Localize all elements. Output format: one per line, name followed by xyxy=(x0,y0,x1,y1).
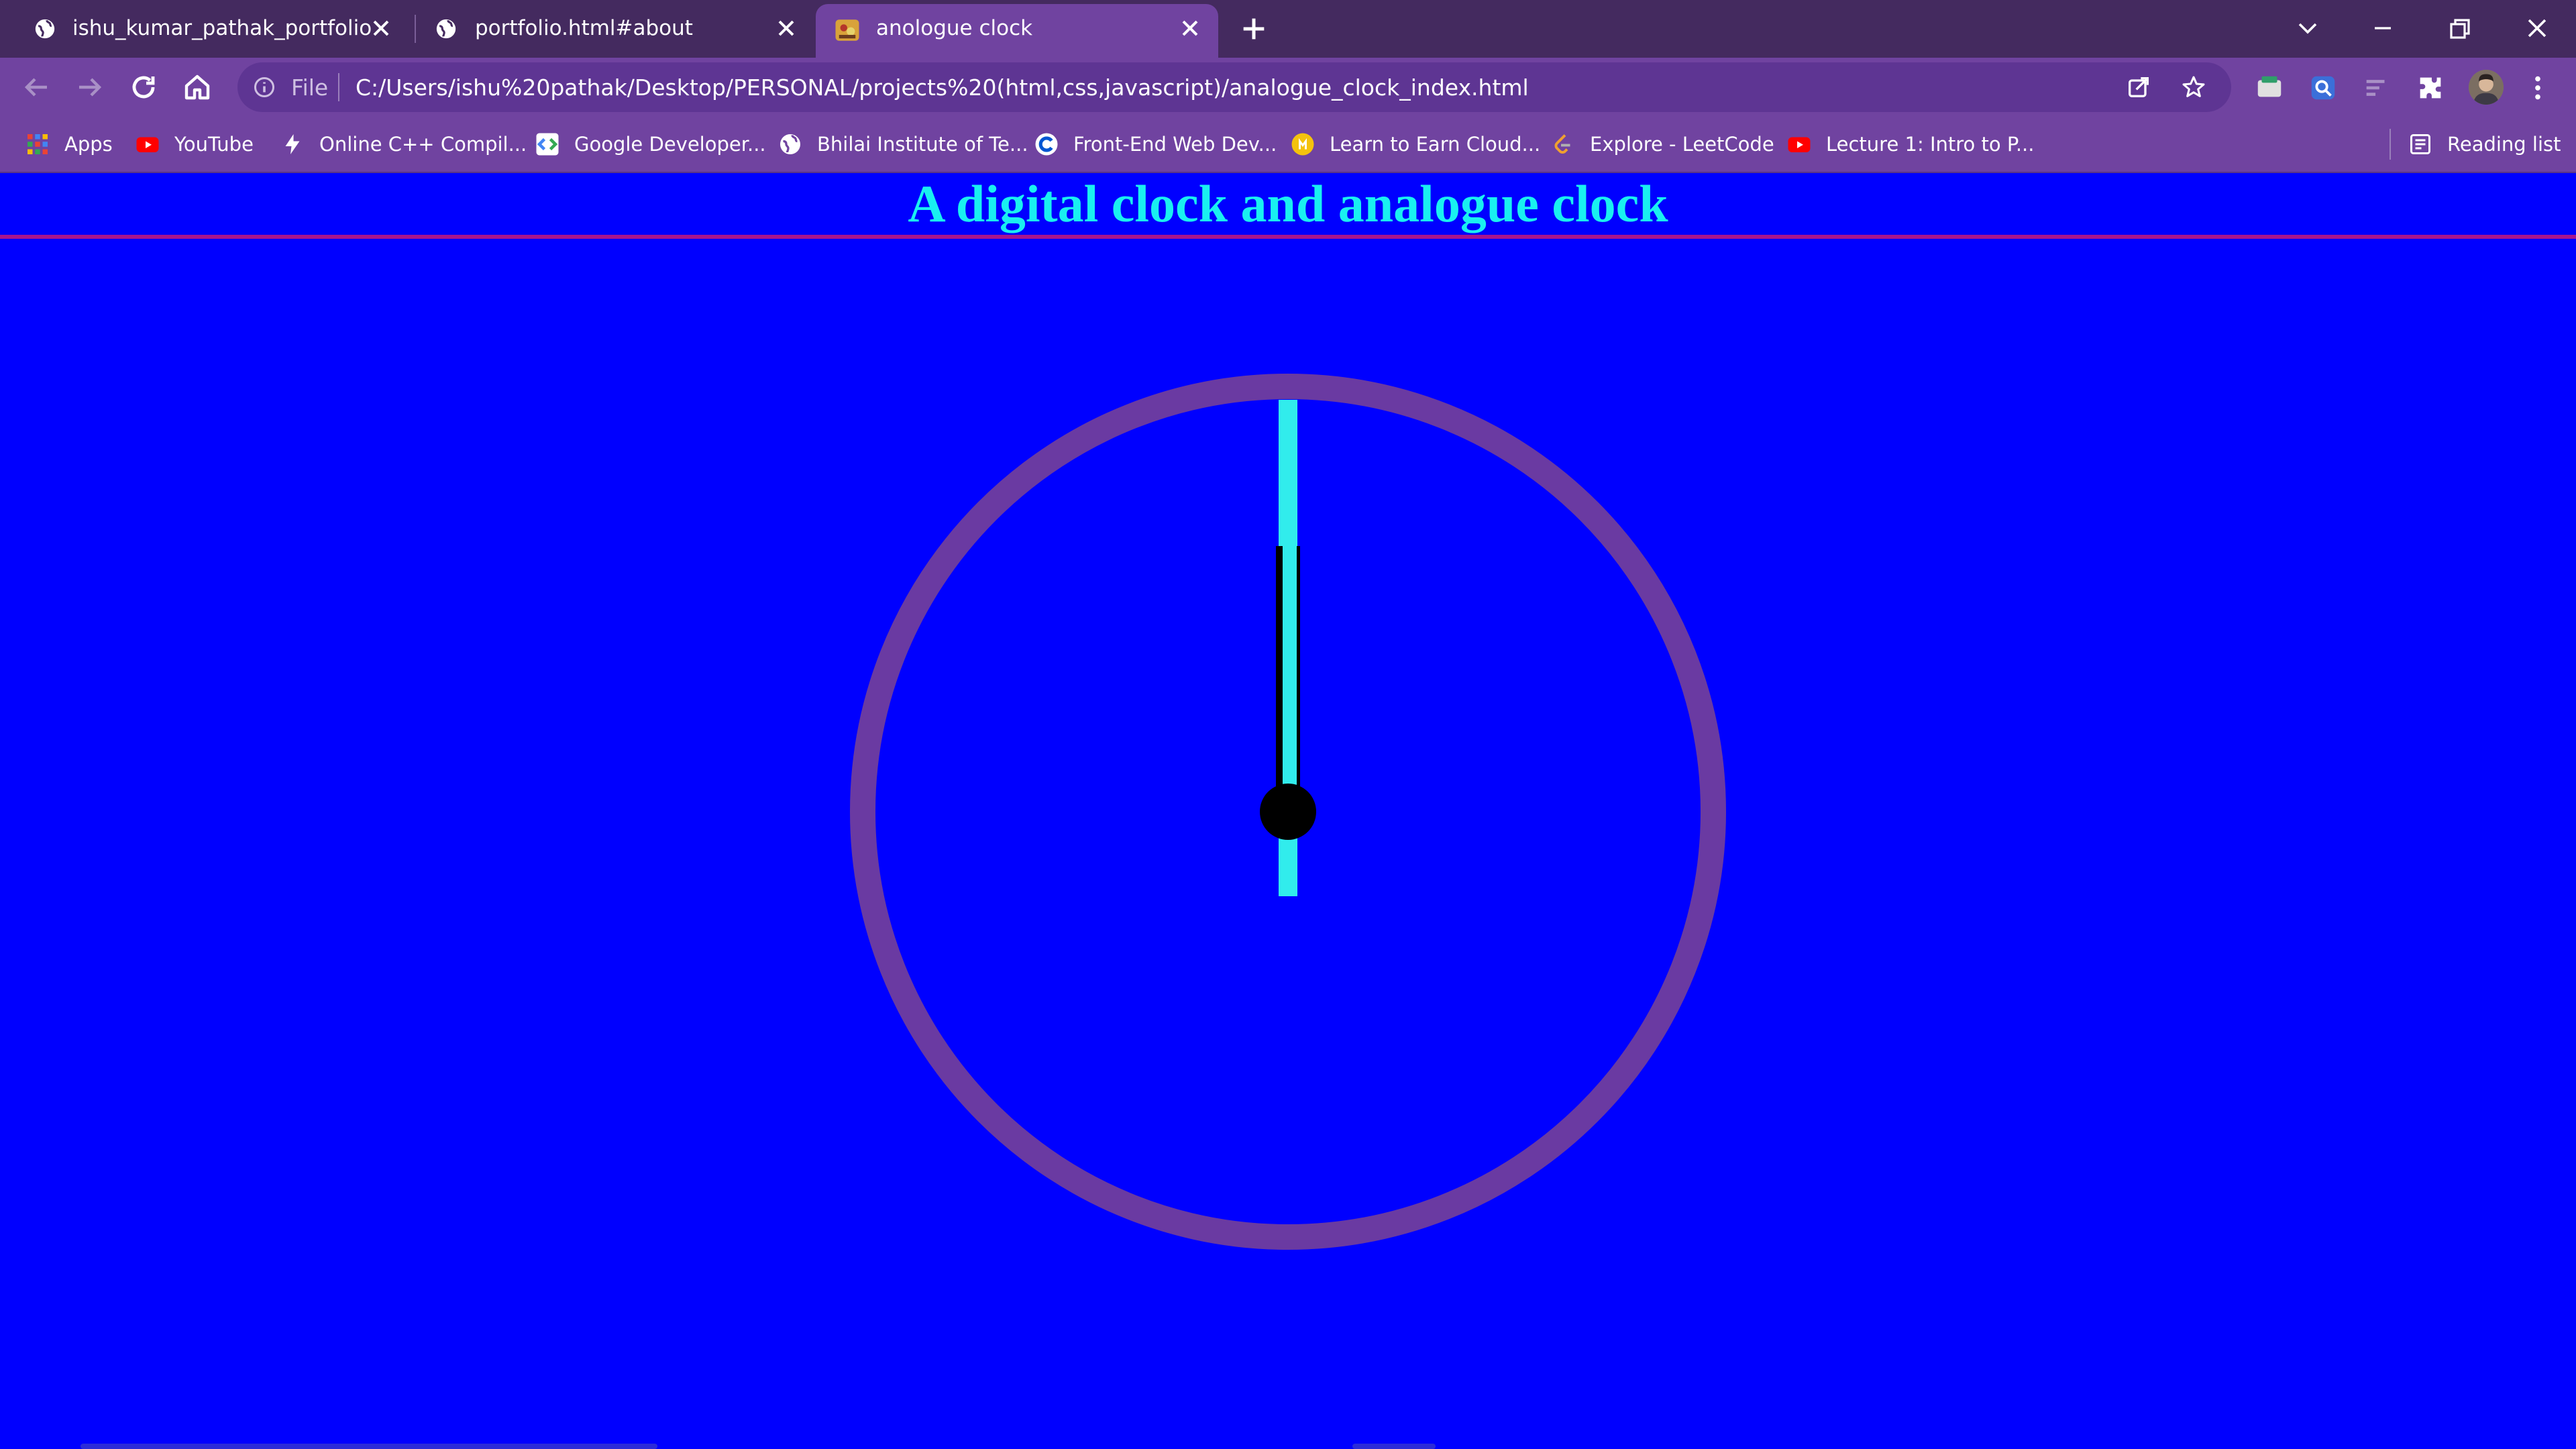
bookmark-google-developers[interactable]: Google Developer... xyxy=(535,117,766,172)
bookmark-leetcode[interactable]: Explore - LeetCode xyxy=(1551,117,1774,172)
minimize-icon[interactable] xyxy=(2363,9,2403,47)
coin-icon xyxy=(1291,133,1314,156)
bookmark-learn-to-earn[interactable]: Learn to Earn Cloud... xyxy=(1291,117,1540,172)
analogue-clock xyxy=(850,374,1726,1250)
url-text[interactable]: C:/Users/ishu%20pathak/Desktop/PERSONAL/… xyxy=(356,74,1529,101)
browser-toolbar: File C:/Users/ishu%20pathak/Desktop/PERS… xyxy=(0,58,2576,117)
extension-lines-icon[interactable] xyxy=(2361,72,2392,103)
tab-search-chevron-icon[interactable] xyxy=(2288,9,2328,47)
bookmark-label: Front-End Web Dev... xyxy=(1073,133,1277,156)
globe-icon xyxy=(436,19,456,39)
horizontal-scrollbar-segment[interactable] xyxy=(1352,1444,1436,1449)
extension-search-icon[interactable] xyxy=(2308,72,2339,103)
bookmark-label: Lecture 1: Intro to P... xyxy=(1826,133,2035,156)
address-bar[interactable]: File C:/Users/ishu%20pathak/Desktop/PERS… xyxy=(237,62,2231,112)
scheme-label: File xyxy=(291,74,329,101)
bookmark-star-icon[interactable] xyxy=(2180,74,2207,101)
bookmark-label: Online C++ Compil... xyxy=(319,133,527,156)
more-menu-icon[interactable] xyxy=(2529,72,2546,103)
reload-icon[interactable] xyxy=(127,71,160,103)
reading-list-icon xyxy=(2410,134,2430,154)
omnibox-divider xyxy=(338,73,339,101)
youtube-icon xyxy=(136,137,159,152)
close-icon[interactable] xyxy=(1177,15,1203,42)
bookmark-label: Apps xyxy=(64,133,113,156)
apps-grid-icon xyxy=(28,134,48,154)
bookmark-label: YouTube xyxy=(174,133,254,156)
bookmark-label: Google Developer... xyxy=(574,133,766,156)
new-tab-icon[interactable] xyxy=(1238,13,1269,44)
globe-icon xyxy=(780,134,800,154)
puzzle-icon[interactable] xyxy=(2415,72,2446,103)
close-window-icon[interactable] xyxy=(2517,9,2557,47)
bookmark-apps[interactable]: Apps xyxy=(25,117,113,172)
bookmarks-bar: Apps YouTube Online C++ Compil... Google… xyxy=(0,117,2576,173)
globe-icon xyxy=(35,19,55,39)
tab-analogue-clock[interactable]: anologue clock xyxy=(816,4,1218,58)
forward-arrow-icon[interactable] xyxy=(74,71,106,103)
bookmark-coursera-frontend[interactable]: Front-End Web Dev... xyxy=(1034,117,1277,172)
coursera-icon xyxy=(1035,133,1058,156)
bolt-icon xyxy=(285,134,300,154)
tab-title: ishu_kumar_pathak_portfolio xyxy=(72,16,372,40)
bookmark-bhilai-institute[interactable]: Bhilai Institute of Te... xyxy=(778,117,1028,172)
close-icon[interactable] xyxy=(368,15,394,42)
custom-favicon-icon xyxy=(835,19,859,41)
share-icon[interactable] xyxy=(2125,74,2152,101)
browser-window: ishu_kumar_pathak_portfolio portfolio.ht… xyxy=(0,0,2576,1449)
home-icon[interactable] xyxy=(181,71,213,103)
tab-title: portfolio.html#about xyxy=(475,16,693,40)
reading-list-label: Reading list xyxy=(2447,133,2561,156)
person-icon xyxy=(2469,70,2504,105)
tab-title: anologue clock xyxy=(876,16,1033,40)
profile-avatar[interactable] xyxy=(2469,70,2504,105)
center-dot xyxy=(1260,784,1316,840)
bookmarks-divider xyxy=(2390,129,2391,160)
google-developers-icon xyxy=(536,133,559,156)
web-page: A digital clock and analogue clock xyxy=(0,173,2576,1449)
tab-portfolio-about[interactable]: portfolio.html#about xyxy=(416,0,814,58)
tab-portfolio[interactable]: ishu_kumar_pathak_portfolio xyxy=(0,0,409,58)
reading-list-button[interactable]: Reading list xyxy=(2408,117,2561,172)
close-icon[interactable] xyxy=(773,15,800,42)
extension-screen-icon[interactable] xyxy=(2254,72,2285,103)
bookmark-online-cpp[interactable]: Online C++ Compil... xyxy=(280,117,527,172)
bookmark-label: Explore - LeetCode xyxy=(1590,133,1774,156)
back-arrow-icon[interactable] xyxy=(20,71,52,103)
bookmark-lecture-1[interactable]: Lecture 1: Intro to P... xyxy=(1787,117,2034,172)
hour-hand xyxy=(1277,546,1283,812)
leetcode-icon xyxy=(1554,134,1570,154)
info-icon[interactable] xyxy=(252,75,276,99)
bookmark-label: Bhilai Institute of Te... xyxy=(817,133,1028,156)
horizontal-scrollbar-segment[interactable] xyxy=(80,1444,657,1449)
bookmark-youtube[interactable]: YouTube xyxy=(136,117,254,172)
youtube-icon xyxy=(1788,137,1811,152)
bookmark-label: Learn to Earn Cloud... xyxy=(1330,133,1541,156)
tab-strip: ishu_kumar_pathak_portfolio portfolio.ht… xyxy=(0,0,2576,58)
restore-icon[interactable] xyxy=(2439,9,2479,47)
